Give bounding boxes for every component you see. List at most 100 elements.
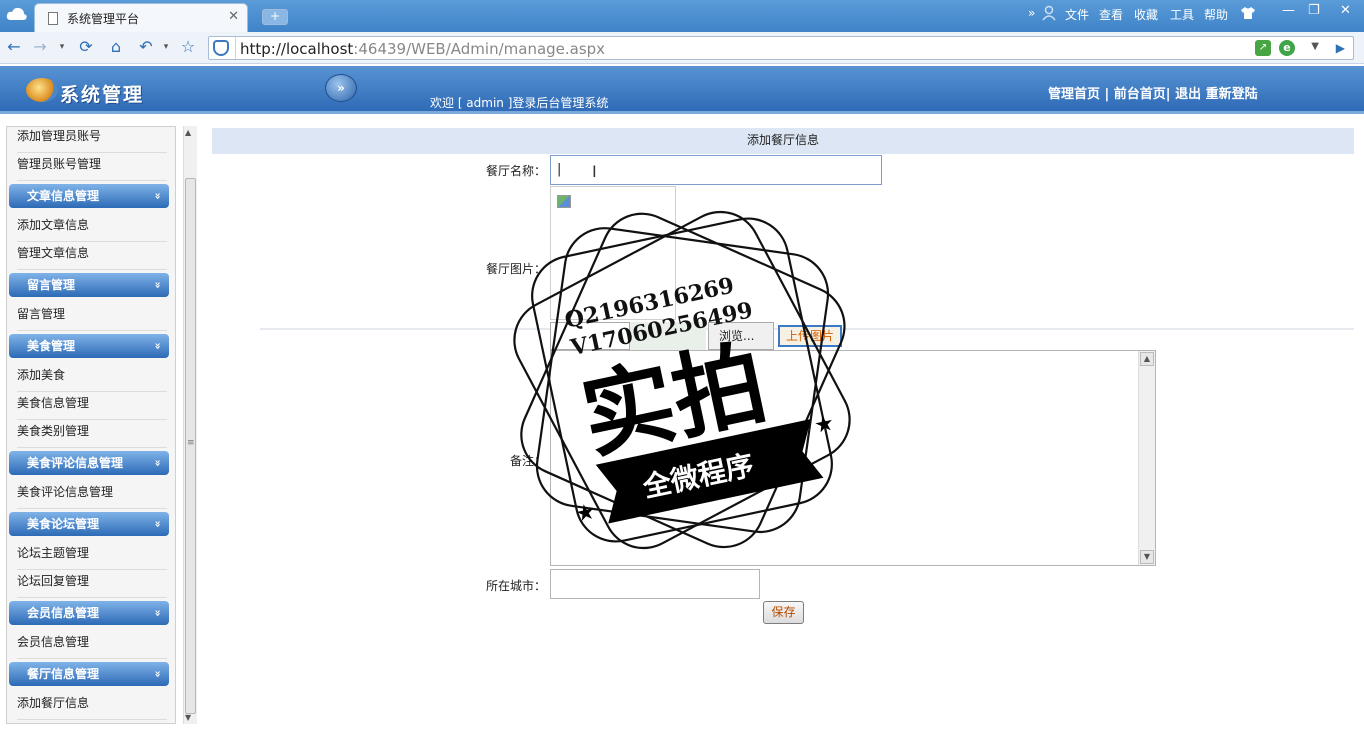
sidebar-group[interactable]: 美食评论信息管理 » xyxy=(9,451,169,475)
forward-icon[interactable]: → xyxy=(30,37,50,56)
scroll-down-icon[interactable]: ▼ xyxy=(185,713,191,722)
sidebar-item[interactable]: 添加餐厅信息 xyxy=(17,692,167,720)
file-path-input[interactable] xyxy=(550,322,630,350)
sidebar-item[interactable]: 添加文章信息 xyxy=(17,214,167,242)
file-path-area xyxy=(630,322,706,350)
sidebar-group[interactable]: 会员信息管理 » xyxy=(9,601,169,625)
remark-scroll-down-icon[interactable]: ▼ xyxy=(1140,550,1154,564)
chevron-down-icon: » xyxy=(151,609,165,617)
image-label: 餐厅图片： xyxy=(486,262,547,276)
text-cursor-icon: I xyxy=(592,162,597,181)
browse-button[interactable]: 浏览... xyxy=(708,322,774,350)
form-heading: 添加餐厅信息 xyxy=(212,128,1354,154)
home-icon[interactable]: ⌂ xyxy=(106,37,126,56)
remark-scrollbar[interactable]: ▲ ▼ xyxy=(1138,351,1155,565)
go-icon[interactable]: ▶ xyxy=(1336,41,1345,55)
top-links[interactable]: 管理首页 | 前台首页| 退出 重新登陆 xyxy=(1048,83,1258,102)
sidebar-item[interactable]: 添加美食 xyxy=(17,364,167,392)
scroll-grip-icon: ≡ xyxy=(187,438,195,448)
compat-mode-icon[interactable]: e xyxy=(1279,40,1295,56)
remark-scroll-up-icon[interactable]: ▲ xyxy=(1140,352,1154,366)
close-tab-icon[interactable]: ✕ xyxy=(228,9,239,24)
sidebar-item[interactable]: 餐厅信息管理 xyxy=(17,720,167,723)
minimize-icon[interactable]: — xyxy=(1282,3,1295,18)
sidebar-item[interactable]: 美食信息管理 xyxy=(17,392,167,420)
cloud-icon xyxy=(6,7,27,20)
sidebar-item[interactable]: 论坛主题管理 xyxy=(17,542,167,570)
address-text[interactable]: http://localhost:46439/WEB/Admin/manage.… xyxy=(240,40,605,58)
upload-image-button[interactable]: 上传图片 xyxy=(778,325,842,347)
sidebar-item[interactable]: 会员信息管理 xyxy=(17,631,167,659)
chevron-down-icon: » xyxy=(151,342,165,350)
remark-label: 备注： xyxy=(510,454,547,468)
sidebar-group-label: 餐厅信息管理 xyxy=(27,667,100,681)
menu-help[interactable]: 帮助 xyxy=(1204,6,1228,23)
chevron-down-icon: » xyxy=(151,459,165,467)
sidebar: 添加管理员账号 管理员账号管理 文章信息管理» 添加文章信息 管理文章信息 留言管理» 留言… xyxy=(6,126,176,724)
favorite-star-icon[interactable]: ☆ xyxy=(178,37,198,56)
browser-nav-bar: ← → ▾ ⟳ ⌂ ↶ ▾ ☆ http://localhost:46439/W… xyxy=(0,32,1364,64)
sidebar-item[interactable]: 留言管理 xyxy=(17,303,167,331)
menu-toggle-button[interactable]: » xyxy=(325,74,357,102)
refresh-icon[interactable]: ⟳ xyxy=(76,37,96,56)
sidebar-group[interactable]: 美食管理 » xyxy=(9,334,169,358)
menu-more-icon[interactable]: » xyxy=(1028,6,1035,20)
sidebar-group[interactable]: 留言管理 » xyxy=(9,273,169,297)
chevron-down-icon: » xyxy=(151,192,165,200)
undo-dropdown-icon[interactable]: ▾ xyxy=(156,42,176,52)
scroll-up-icon[interactable]: ▲ xyxy=(185,128,191,137)
sidebar-group[interactable]: 餐厅信息管理 » xyxy=(9,662,169,686)
user-icon[interactable] xyxy=(1042,5,1056,24)
remark-textarea[interactable]: ▲ ▼ xyxy=(550,350,1156,566)
image-preview xyxy=(550,186,676,320)
sidebar-group-label: 留言管理 xyxy=(27,278,76,292)
browser-tab-bar: 系统管理平台 ✕ + » 文件 查看 收藏 工具 帮助 — ❐ ✕ xyxy=(0,0,1364,32)
new-tab-button[interactable]: + xyxy=(262,9,288,25)
address-dropdown-icon[interactable]: ▼ xyxy=(1311,41,1319,52)
menu-tools[interactable]: 工具 xyxy=(1170,6,1194,23)
sidebar-group[interactable]: 文章信息管理 » xyxy=(9,184,169,208)
address-bar[interactable]: http://localhost:46439/WEB/Admin/manage.… xyxy=(208,36,1354,60)
maximize-icon[interactable]: ❐ xyxy=(1308,3,1320,18)
sidebar-item[interactable]: 管理员账号管理 xyxy=(17,153,167,181)
save-button[interactable]: 保存 xyxy=(763,601,804,624)
browser-tab[interactable]: 系统管理平台 ✕ xyxy=(34,3,248,32)
address-separator xyxy=(235,37,236,59)
logo-icon xyxy=(26,78,58,102)
chevron-down-icon: » xyxy=(151,281,165,289)
tab-title: 系统管理平台 xyxy=(67,12,140,26)
chevron-down-icon: » xyxy=(151,670,165,678)
app-logo: 系统管理 xyxy=(26,78,146,106)
sidebar-group-label: 美食评论信息管理 xyxy=(27,456,124,470)
shield-icon xyxy=(213,40,229,56)
sidebar-group-label: 会员信息管理 xyxy=(27,606,100,620)
sidebar-item[interactable]: 管理文章信息 xyxy=(17,242,167,270)
welcome-text: 欢迎 [ admin ]登录后台管理系统 xyxy=(430,96,609,110)
sidebar-scrollbar[interactable]: ▲ ≡ ▼ xyxy=(183,126,197,724)
close-window-icon[interactable]: ✕ xyxy=(1340,3,1351,18)
sidebar-item[interactable]: 美食评论信息管理 xyxy=(17,481,167,509)
sidebar-group-label: 文章信息管理 xyxy=(27,189,100,203)
menu-file[interactable]: 文件 xyxy=(1065,6,1089,23)
sidebar-item[interactable]: 美食类别管理 xyxy=(17,420,167,448)
chevron-down-icon: » xyxy=(151,520,165,528)
share-icon[interactable]: ↗ xyxy=(1255,40,1271,56)
sidebar-group[interactable]: 美食论坛管理 » xyxy=(9,512,169,536)
skin-shirt-icon[interactable] xyxy=(1240,6,1256,23)
sidebar-group-label: 美食管理 xyxy=(27,339,76,353)
menu-favorites[interactable]: 收藏 xyxy=(1134,6,1158,23)
menu-view[interactable]: 查看 xyxy=(1099,6,1123,23)
restaurant-name-input[interactable]: | xyxy=(550,155,882,185)
url-path: :46439/WEB/Admin/manage.aspx xyxy=(353,40,606,58)
back-icon[interactable]: ← xyxy=(4,37,24,56)
broken-image-icon xyxy=(557,195,571,208)
sidebar-item[interactable]: 论坛回复管理 xyxy=(17,570,167,598)
forward-dropdown-icon[interactable]: ▾ xyxy=(52,42,72,52)
undo-icon[interactable]: ↶ xyxy=(136,37,156,56)
app-header: 系统管理 » 欢迎 [ admin ]登录后台管理系统 管理首页 | 前台首页|… xyxy=(0,66,1364,114)
sidebar-item[interactable]: 添加管理员账号 xyxy=(17,127,167,153)
page-icon xyxy=(48,12,58,25)
sidebar-group-label: 美食论坛管理 xyxy=(27,517,100,531)
city-input[interactable] xyxy=(550,569,760,599)
logo-text: 系统管理 xyxy=(60,84,145,106)
